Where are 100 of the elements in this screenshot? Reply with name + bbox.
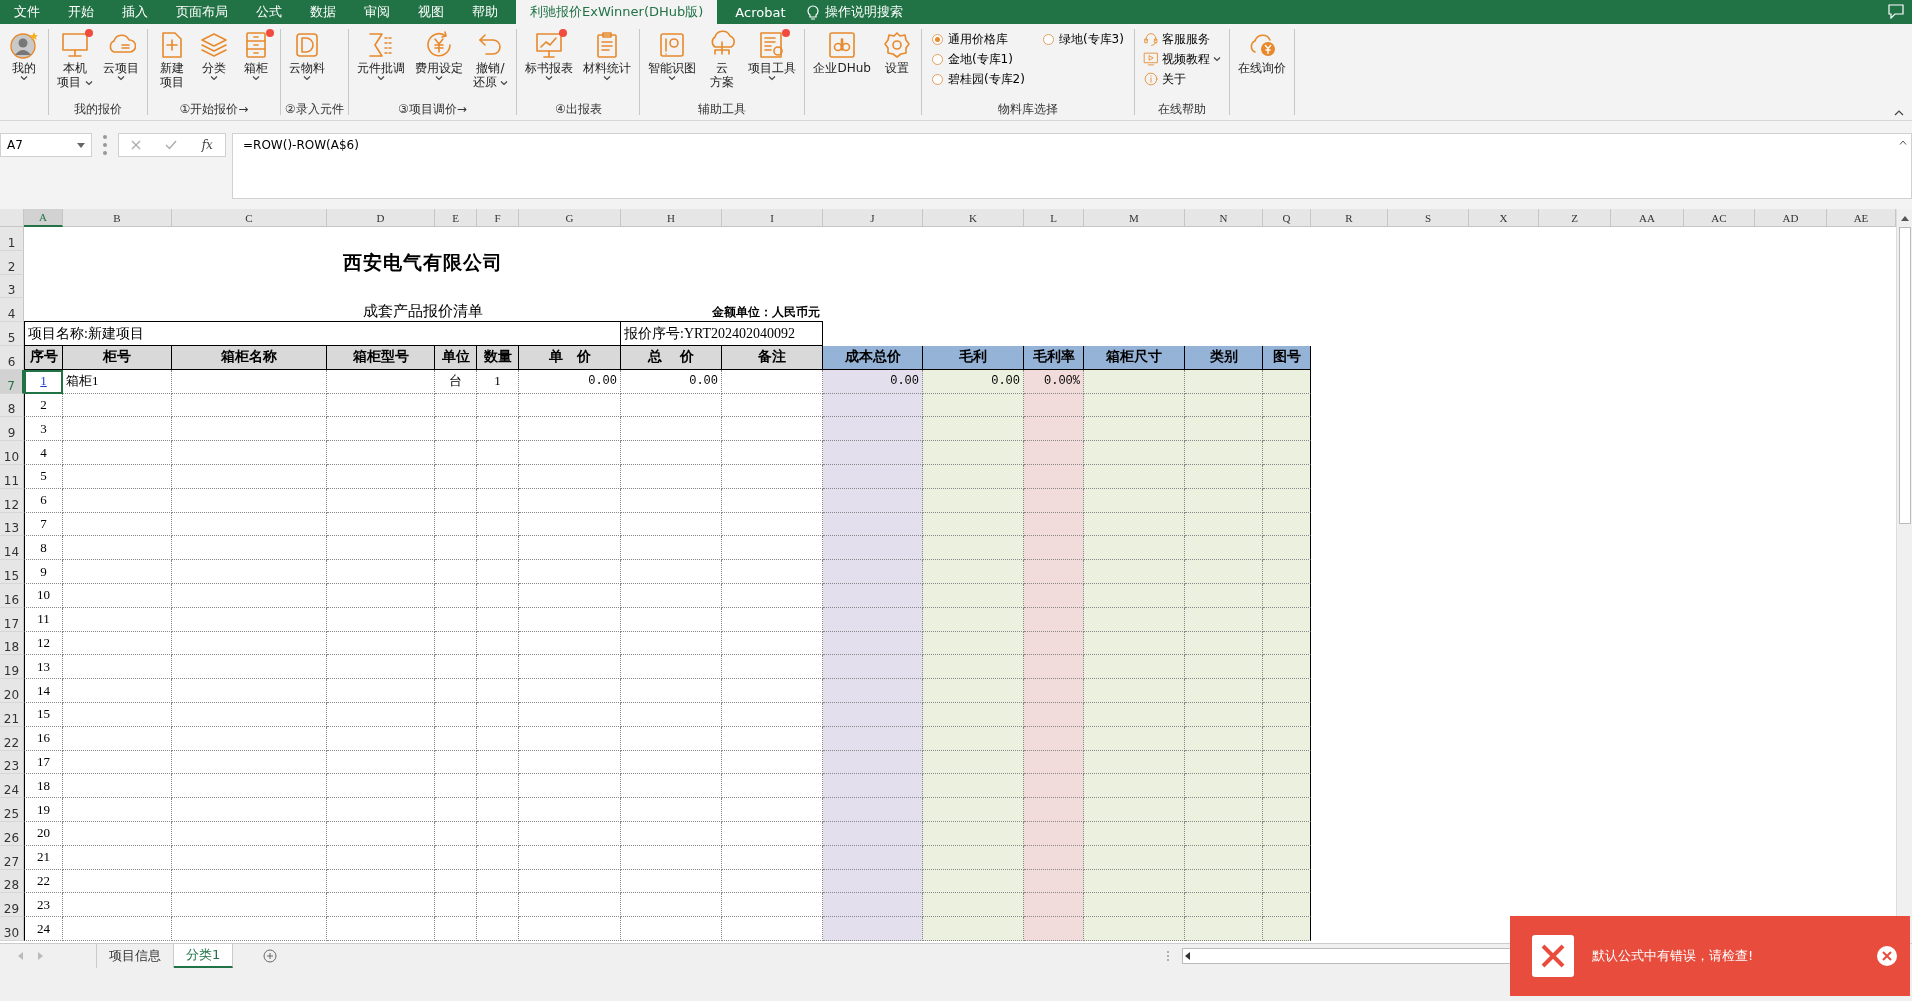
- column-header[interactable]: Q: [1263, 209, 1311, 227]
- radio-option[interactable]: 碧桂园(专库2): [931, 69, 1025, 89]
- formula-field[interactable]: =ROW()-ROW(A$6): [232, 133, 1912, 199]
- previous-sheet-icon[interactable]: [18, 952, 24, 960]
- radio-button[interactable]: [931, 53, 943, 65]
- ribbon-button[interactable]: 费用设定: [410, 29, 467, 81]
- column-header[interactable]: N: [1185, 209, 1263, 227]
- ribbon-button[interactable]: 箱柜: [235, 29, 276, 81]
- row-header[interactable]: 3: [0, 274, 24, 299]
- menu-tab[interactable]: 插入: [108, 0, 162, 24]
- row-header[interactable]: 29: [0, 893, 24, 918]
- row-header[interactable]: 27: [0, 845, 24, 870]
- radio-option[interactable]: 通用价格库: [931, 29, 1025, 49]
- column-header[interactable]: K: [923, 209, 1024, 227]
- ribbon-button[interactable]: 标书报表: [521, 29, 578, 81]
- comment-icon[interactable]: [1888, 4, 1904, 19]
- next-sheet-icon[interactable]: [38, 952, 44, 960]
- row-header[interactable]: 30: [0, 917, 24, 941]
- more-icon[interactable]: [1166, 950, 1170, 962]
- row-header[interactable]: 1: [0, 227, 24, 251]
- column-header[interactable]: D: [327, 209, 435, 227]
- menu-tab[interactable]: 开始: [54, 0, 108, 24]
- ribbon-button[interactable]: 材料统计: [579, 29, 636, 81]
- ribbon-button[interactable]: 撤销/ 还原: [468, 29, 513, 89]
- column-header[interactable]: Z: [1539, 209, 1611, 227]
- menu-tab[interactable]: 帮助: [458, 0, 512, 24]
- column-header[interactable]: X: [1469, 209, 1539, 227]
- column-header[interactable]: F: [477, 209, 519, 227]
- menu-tab[interactable]: 审阅: [350, 0, 404, 24]
- menu-tab[interactable]: 数据: [296, 0, 350, 24]
- column-header[interactable]: J: [823, 209, 923, 227]
- column-header[interactable]: A: [24, 209, 63, 227]
- menu-tab[interactable]: Acrobat: [721, 0, 800, 24]
- ribbon-button[interactable]: 企业DHub: [809, 29, 875, 75]
- row-header[interactable]: 25: [0, 798, 24, 822]
- row-header[interactable]: 21: [0, 702, 24, 727]
- ribbon-button[interactable]: 新建 项目: [151, 29, 192, 89]
- ribbon-button[interactable]: 分类: [193, 29, 234, 81]
- row-header[interactable]: 24: [0, 774, 24, 799]
- ribbon-link[interactable]: 视频教程: [1142, 49, 1221, 69]
- row-header[interactable]: 11: [0, 464, 24, 489]
- close-icon[interactable]: [1876, 945, 1898, 967]
- menu-tab[interactable]: 视图: [404, 0, 458, 24]
- row-header[interactable]: 13: [0, 512, 24, 537]
- ribbon-button[interactable]: 云项目: [98, 29, 143, 81]
- ribbon-link[interactable]: 关于: [1142, 69, 1221, 89]
- radio-option[interactable]: 绿地(专库3): [1042, 29, 1124, 49]
- row-header[interactable]: 12: [0, 488, 24, 513]
- column-header[interactable]: S: [1388, 209, 1469, 227]
- column-header[interactable]: AC: [1684, 209, 1755, 227]
- row-header[interactable]: 5: [0, 322, 24, 346]
- column-header[interactable]: M: [1084, 209, 1185, 227]
- radio-option[interactable]: 金地(专库1): [931, 49, 1025, 69]
- row-header[interactable]: 6: [0, 346, 24, 370]
- ribbon-button[interactable]: 项目工具: [744, 29, 801, 81]
- column-header[interactable]: L: [1024, 209, 1084, 227]
- collapse-icon[interactable]: [1899, 140, 1907, 145]
- name-box[interactable]: A7: [0, 133, 92, 157]
- menu-tab[interactable]: 页面布局: [162, 0, 242, 24]
- ribbon-button[interactable]: 智能识图: [644, 29, 701, 81]
- table-cell[interactable]: 1: [24, 369, 63, 394]
- row-header[interactable]: 17: [0, 607, 24, 632]
- menu-tab[interactable]: 文件: [0, 0, 54, 24]
- add-sheet-icon[interactable]: [263, 949, 278, 963]
- row-header[interactable]: 4: [0, 298, 24, 323]
- row-header[interactable]: 2: [0, 250, 24, 275]
- column-header[interactable]: AA: [1611, 209, 1684, 227]
- row-header[interactable]: 28: [0, 869, 24, 894]
- row-header[interactable]: 9: [0, 417, 24, 442]
- row-header[interactable]: 15: [0, 560, 24, 584]
- row-header[interactable]: 19: [0, 655, 24, 680]
- ribbon-button[interactable]: 云 方案: [702, 29, 743, 89]
- column-header[interactable]: AE: [1827, 209, 1896, 227]
- row-header[interactable]: 14: [0, 536, 24, 561]
- column-header[interactable]: C: [172, 209, 327, 227]
- column-header[interactable]: G: [519, 209, 621, 227]
- column-header[interactable]: E: [435, 209, 477, 227]
- row-header[interactable]: 20: [0, 679, 24, 703]
- ribbon-button[interactable]: 我的: [4, 29, 44, 81]
- row-header[interactable]: 7: [0, 369, 24, 394]
- row-header[interactable]: 16: [0, 583, 24, 608]
- column-header[interactable]: R: [1311, 209, 1388, 227]
- scroll-left-icon[interactable]: [1183, 950, 1193, 962]
- column-header[interactable]: B: [63, 209, 172, 227]
- ribbon-button[interactable]: 云物料: [284, 29, 329, 81]
- row-header[interactable]: 23: [0, 750, 24, 775]
- row-header[interactable]: 10: [0, 441, 24, 465]
- select-all-button[interactable]: [0, 209, 24, 227]
- ribbon-button[interactable]: 设置: [876, 29, 917, 75]
- menu-tab[interactable]: 利驰报价ExWinner(DHub版): [516, 0, 718, 24]
- radio-button[interactable]: [931, 73, 943, 85]
- column-header[interactable]: AD: [1755, 209, 1827, 227]
- menu-tab[interactable]: 公式: [242, 0, 296, 24]
- column-header[interactable]: H: [621, 209, 722, 227]
- row-header[interactable]: 22: [0, 726, 24, 751]
- ribbon-button[interactable]: 在线询价: [1233, 29, 1290, 75]
- radio-button[interactable]: [931, 33, 943, 45]
- row-header[interactable]: 26: [0, 821, 24, 846]
- ribbon-button[interactable]: 元件批调: [352, 29, 409, 81]
- collapse-icon[interactable]: [1894, 109, 1904, 116]
